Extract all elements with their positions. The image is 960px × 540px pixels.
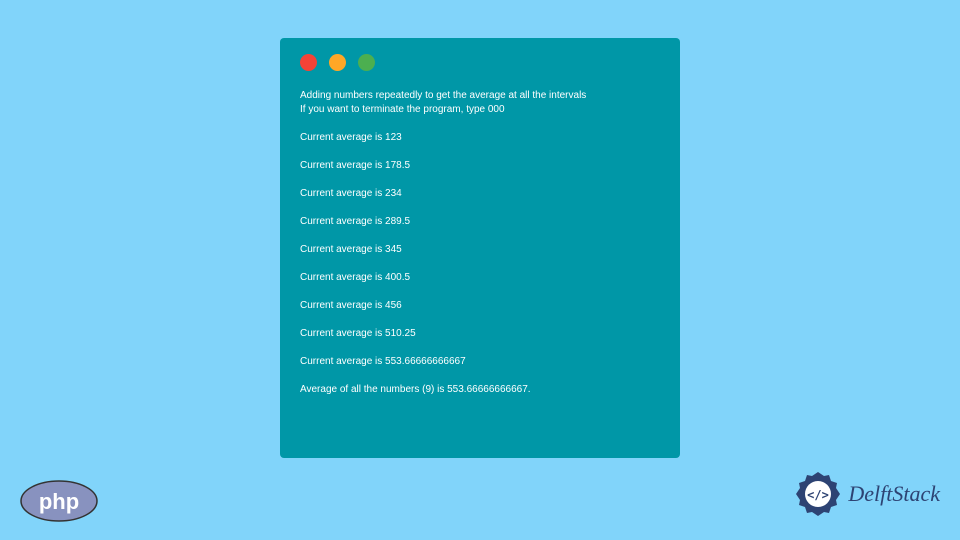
close-icon[interactable] xyxy=(300,54,317,71)
final-line: Average of all the numbers (9) is 553.66… xyxy=(300,383,660,397)
php-logo: php xyxy=(20,480,98,522)
output-line: Current average is 400.5 xyxy=(300,271,660,285)
terminal-window: Adding numbers repeatedly to get the ave… xyxy=(280,38,680,458)
header-line: Adding numbers repeatedly to get the ave… xyxy=(300,89,660,103)
output-line: Current average is 553.66666666667 xyxy=(300,355,660,369)
output-line: Current average is 178.5 xyxy=(300,159,660,173)
output-line: Current average is 456 xyxy=(300,299,660,313)
traffic-lights xyxy=(300,54,660,71)
output-line: Current average is 289.5 xyxy=(300,215,660,229)
svg-text:</>: </> xyxy=(808,488,830,502)
delftstack-logo: </> DelftStack xyxy=(794,470,940,518)
header-line: If you want to terminate the program, ty… xyxy=(300,103,660,117)
output-line: Current average is 345 xyxy=(300,243,660,257)
maximize-icon[interactable] xyxy=(358,54,375,71)
output-line: Current average is 510.25 xyxy=(300,327,660,341)
output-line: Current average is 234 xyxy=(300,187,660,201)
output-line: Current average is 123 xyxy=(300,131,660,145)
minimize-icon[interactable] xyxy=(329,54,346,71)
php-text: php xyxy=(39,489,79,514)
terminal-output: Adding numbers repeatedly to get the ave… xyxy=(300,89,660,397)
delftstack-text: DelftStack xyxy=(848,481,940,507)
delftstack-icon: </> xyxy=(794,470,842,518)
